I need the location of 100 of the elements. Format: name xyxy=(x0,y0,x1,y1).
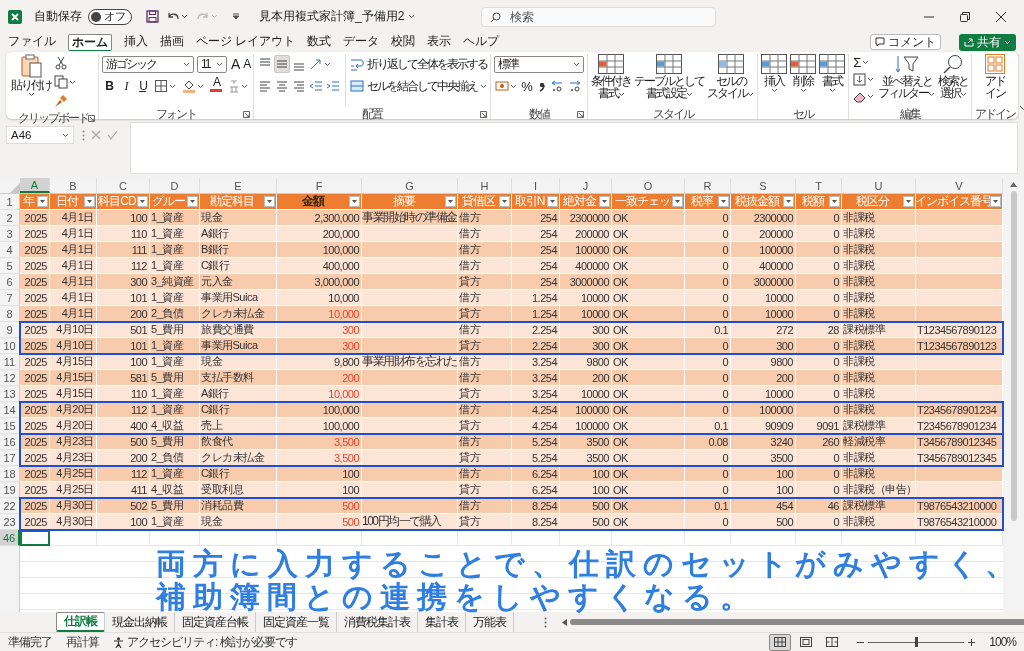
filter-button[interactable] xyxy=(37,196,48,207)
row-header[interactable]: 15 xyxy=(0,418,20,434)
filter-button[interactable] xyxy=(672,196,683,207)
filter-button[interactable] xyxy=(349,196,360,207)
column-header[interactable]: R xyxy=(685,178,731,193)
sort-filter-button[interactable]: 並べ替えと フィルター xyxy=(878,54,936,106)
paste-button[interactable]: 貼り付け xyxy=(11,54,51,110)
accessibility-button[interactable]: アクセシビリティ: 検討が必要です xyxy=(113,633,297,651)
font-name-field[interactable]: 游ゴシック xyxy=(102,55,194,73)
column-header[interactable]: U xyxy=(842,178,916,193)
filter-button[interactable] xyxy=(990,196,1001,207)
filter-button[interactable] xyxy=(547,196,558,207)
insert-cells-button[interactable]: 挿入 xyxy=(761,54,788,106)
delete-cells-button[interactable]: 削除 xyxy=(790,54,817,106)
italic-button[interactable]: I xyxy=(119,77,132,95)
row-header[interactable]: 17 xyxy=(0,450,20,466)
shrink-font-button[interactable]: A xyxy=(242,55,251,73)
borders-button[interactable] xyxy=(153,77,177,95)
row-header[interactable]: 12 xyxy=(0,370,20,386)
middle-align-button[interactable] xyxy=(274,55,291,73)
scroll-left-icon[interactable] xyxy=(562,618,567,626)
column-header[interactable]: E xyxy=(200,178,277,193)
zoom-in-icon[interactable] xyxy=(968,638,976,646)
format-as-table-button[interactable]: テーブルとして 書式設定 xyxy=(634,54,705,106)
scrollbar-thumb[interactable] xyxy=(570,619,1024,625)
bold-button[interactable]: B xyxy=(102,77,115,95)
formula-field[interactable] xyxy=(130,122,1018,174)
dialog-launcher-icon[interactable] xyxy=(577,111,585,118)
view-button[interactable] xyxy=(769,633,792,651)
row-header[interactable]: 8 xyxy=(0,306,20,322)
menu-tab[interactable]: ページ レイアウト xyxy=(196,33,296,51)
menu-tab[interactable]: 数式 xyxy=(307,33,332,51)
copy-button[interactable] xyxy=(53,73,77,91)
filter-button[interactable] xyxy=(499,196,510,207)
filter-button[interactable] xyxy=(599,196,610,207)
sheet-tab[interactable]: 仕訳帳 xyxy=(56,612,105,632)
conditional-format-button[interactable]: 条件付き 書式 xyxy=(591,54,632,106)
search-field[interactable]: 検索 xyxy=(481,6,717,27)
column-header[interactable]: G xyxy=(362,178,458,193)
number-format-field[interactable]: 標準 xyxy=(494,55,585,73)
column-header[interactable]: S xyxy=(731,178,796,193)
filter-button[interactable] xyxy=(137,196,148,207)
menu-tab[interactable]: ファイル xyxy=(8,33,56,51)
find-select-button[interactable]: 検索と 選択 xyxy=(938,54,969,106)
scroll-up-icon[interactable] xyxy=(1010,182,1017,187)
autosum-button[interactable]: Σ xyxy=(852,54,876,70)
dialog-launcher-icon[interactable] xyxy=(88,115,95,122)
row-header[interactable]: 6 xyxy=(0,274,20,290)
checkmark-icon[interactable] xyxy=(107,130,118,140)
cell-styles-button[interactable]: セルの スタイル xyxy=(707,54,755,106)
underline-button[interactable]: U xyxy=(136,77,149,95)
zoom-level[interactable]: 100% xyxy=(989,635,1016,649)
row-header[interactable]: 4 xyxy=(0,242,20,258)
column-header[interactable]: I xyxy=(512,178,560,193)
menu-tab[interactable]: ホーム xyxy=(68,33,112,51)
row-header[interactable]: 19 xyxy=(0,482,20,498)
menu-tab[interactable]: 校閲 xyxy=(391,33,416,51)
column-header[interactable]: F xyxy=(277,178,362,193)
filter-button[interactable] xyxy=(718,196,729,207)
row-header[interactable]: 2 xyxy=(0,210,20,226)
column-header[interactable]: D xyxy=(150,178,200,193)
row-header[interactable]: 13 xyxy=(0,386,20,402)
row-header[interactable]: 7 xyxy=(0,290,20,306)
comment-button[interactable]: コメント xyxy=(870,34,941,50)
share-button[interactable]: 共有 xyxy=(959,33,1016,51)
filter-button[interactable] xyxy=(187,196,198,207)
add-ins-button[interactable]: アド イン xyxy=(985,54,1006,106)
dialog-launcher-icon[interactable] xyxy=(243,111,251,118)
excel-logo-icon[interactable] xyxy=(8,9,22,24)
filter-button[interactable] xyxy=(445,196,456,207)
merge-center-button[interactable]: セルを結合して中央揃え xyxy=(350,76,488,96)
filter-button[interactable] xyxy=(903,196,914,207)
column-header[interactable]: O xyxy=(612,178,685,193)
row-header[interactable]: 1 xyxy=(0,194,20,210)
slider-thumb[interactable] xyxy=(915,636,919,647)
percent-button[interactable]: % xyxy=(520,77,534,95)
row-header[interactable]: 10 xyxy=(0,338,20,354)
save-icon[interactable] xyxy=(146,10,159,23)
row-header[interactable]: 18 xyxy=(0,466,20,482)
more-icon[interactable] xyxy=(82,129,85,141)
column-header[interactable]: C xyxy=(97,178,150,193)
row-header[interactable]: 22 xyxy=(0,498,20,514)
font-size-field[interactable]: 11 xyxy=(197,55,227,73)
filter-button[interactable] xyxy=(264,196,275,207)
menu-tab[interactable]: 描画 xyxy=(160,33,184,51)
column-header[interactable]: H xyxy=(458,178,512,193)
filter-button[interactable] xyxy=(84,196,95,207)
close-icon[interactable] xyxy=(996,11,1006,22)
more-icon[interactable] xyxy=(544,616,547,628)
row-header[interactable]: 23 xyxy=(0,514,20,530)
menu-tab[interactable]: データ xyxy=(343,33,380,51)
row-header[interactable]: 9 xyxy=(0,322,20,338)
column-header[interactable]: A xyxy=(20,178,50,193)
column-header[interactable]: T xyxy=(796,178,842,193)
row-header[interactable]: 11 xyxy=(0,354,20,370)
font-color-button[interactable]: A xyxy=(209,77,223,95)
format-cells-button[interactable]: 書式 xyxy=(819,54,846,106)
active-cell[interactable] xyxy=(20,530,50,546)
filter-button[interactable] xyxy=(783,196,794,207)
autosave-toggle[interactable]: オフ xyxy=(88,8,132,25)
